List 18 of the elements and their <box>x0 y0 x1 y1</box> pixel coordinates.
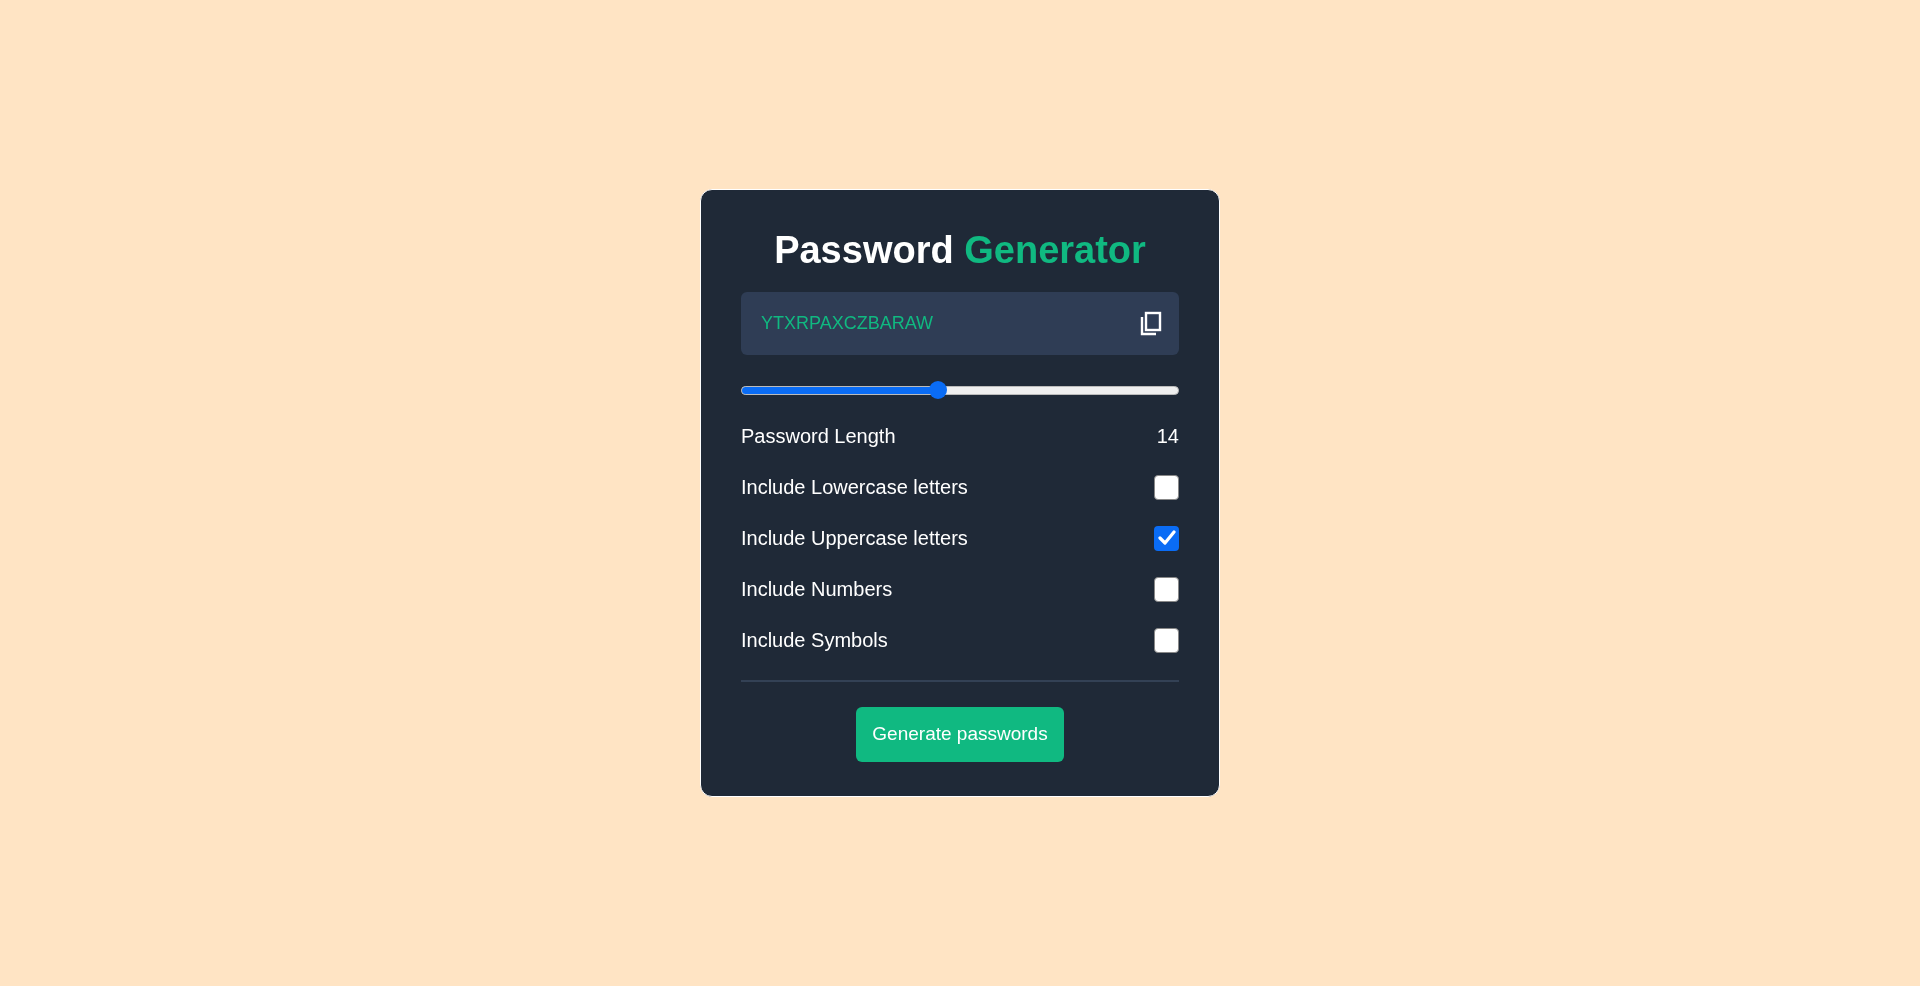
option-checkbox[interactable] <box>1154 474 1179 500</box>
checkmark-icon <box>1157 530 1176 546</box>
app-title: Password Generator <box>773 228 1147 272</box>
option-label: Include Uppercase letters <box>741 526 968 551</box>
length-label: Password Length <box>741 424 896 449</box>
option-checkbox[interactable] <box>1154 576 1179 602</box>
password-text: YTXRPAXCZBARAW <box>761 312 934 335</box>
copy-icon[interactable] <box>1139 310 1163 337</box>
length-value: 14 <box>1156 424 1179 449</box>
option-label: Include Numbers <box>741 577 893 602</box>
option-label: Include Symbols <box>741 628 888 653</box>
option-checkbox[interactable] <box>1154 525 1179 551</box>
password-field[interactable]: YTXRPAXCZBARAW <box>741 292 1179 355</box>
option-checkbox[interactable] <box>1154 627 1179 653</box>
generate-button[interactable]: Generate passwords <box>856 707 1064 762</box>
option-label: Include Lowercase letters <box>741 475 968 500</box>
slider-thumb[interactable] <box>929 381 948 399</box>
length-slider[interactable] <box>741 380 1179 400</box>
